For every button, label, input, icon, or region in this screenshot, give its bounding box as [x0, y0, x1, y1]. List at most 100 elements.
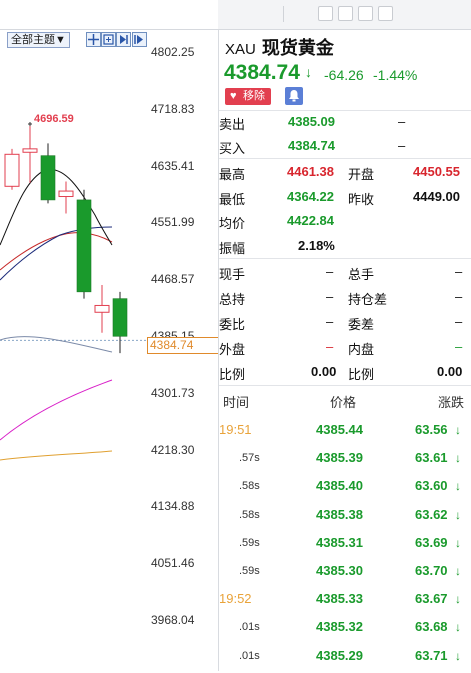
ratio-label-1: 比例: [219, 367, 246, 382]
top-tab-bar: [0, 0, 471, 30]
crosshair-icon[interactable]: [86, 32, 101, 47]
tick-price: 4385.39: [316, 450, 363, 466]
tab-separator: [283, 6, 284, 22]
prevclose-label: 昨收: [348, 192, 375, 207]
oi-diff-value: –: [455, 289, 463, 304]
tick-price: 4385.31: [316, 534, 363, 550]
window-tab-3[interactable]: [358, 6, 373, 21]
current-price-marker: 4384.74: [147, 337, 219, 354]
tick-time: .58s: [239, 508, 260, 521]
candle-body: [4, 153, 20, 187]
down-arrow-icon: ↓: [455, 535, 461, 550]
candle-body: [112, 298, 128, 337]
tick-change: 63.60: [415, 478, 448, 494]
sell-label: 卖出: [219, 117, 246, 132]
tick-row[interactable]: .59s 4385.31 63.69 ↓: [219, 532, 471, 560]
amplitude-label: 振幅: [219, 241, 246, 256]
play-icon[interactable]: [132, 32, 147, 47]
down-arrow-icon: ↓: [455, 620, 461, 635]
window-tab-1[interactable]: [318, 6, 333, 21]
divider: [219, 110, 471, 111]
sell-value: 4385.09: [288, 114, 335, 129]
avg-label: 均价: [219, 216, 246, 231]
tick-price: 4385.32: [316, 619, 363, 635]
remove-watchlist-button[interactable]: ♥ 移除: [225, 88, 271, 105]
tick-change: 63.62: [415, 506, 448, 522]
instrument-title: XAU 现货黄金: [225, 34, 334, 60]
avg-value: 4422.84: [287, 213, 334, 228]
down-arrow-icon: ↓: [455, 423, 461, 437]
alert-button[interactable]: [285, 87, 303, 105]
tick-change: 63.56: [415, 422, 448, 437]
oi-diff-label: 持仓差: [348, 292, 388, 307]
window-tab-4[interactable]: [378, 6, 393, 21]
instrument-name: 现货黄金: [261, 38, 334, 58]
low-value: 4364.22: [287, 189, 334, 204]
down-arrow-icon: ↓: [305, 64, 312, 80]
tick-price: 4385.38: [316, 506, 363, 522]
down-arrow-icon: ↓: [455, 479, 461, 494]
price-axis-label: 4551.99: [151, 215, 195, 230]
ratio-value-1: 0.00: [311, 364, 337, 379]
window-tab-2[interactable]: [338, 6, 353, 21]
tick-row[interactable]: .59s 4385.30 63.70 ↓: [219, 560, 471, 588]
inner-volume-label: 内盘: [348, 342, 375, 357]
tick-row[interactable]: 19:51 4385.44 63.56 ↓: [219, 419, 471, 447]
ratio-value-2: 0.00: [437, 364, 463, 379]
remove-label: 移除: [243, 90, 265, 102]
price-axis-label: 4051.46: [151, 556, 195, 571]
col-header-change: 涨跌: [438, 395, 465, 410]
price-axis-label: 4468.57: [151, 272, 195, 287]
divider: [219, 258, 471, 259]
tick-row[interactable]: .01s 4385.32 63.68 ↓: [219, 616, 471, 644]
outer-volume-value: –: [326, 339, 334, 354]
high-marker-label: 4696.59: [34, 113, 74, 125]
zoom-icon[interactable]: [101, 32, 116, 47]
buy-volume: –: [398, 138, 406, 153]
tick-row[interactable]: .01s 4385.29 63.71 ↓: [219, 645, 471, 673]
outer-volume-label: 外盘: [219, 342, 246, 357]
down-arrow-icon: ↓: [455, 592, 461, 607]
col-header-time: 时间: [223, 395, 250, 410]
tick-time: .57s: [239, 452, 260, 465]
tick-change: 63.70: [415, 563, 448, 578]
heart-icon: ♥: [230, 90, 237, 102]
open-value: 4450.55: [413, 164, 460, 179]
tick-row[interactable]: .58s 4385.40 63.60 ↓: [219, 475, 471, 503]
tick-time: .01s: [239, 649, 260, 662]
active-tab[interactable]: [0, 0, 218, 29]
tick-time: .58s: [239, 480, 260, 493]
tick-row[interactable]: .57s 4385.39 63.61 ↓: [219, 447, 471, 475]
down-arrow-icon: ↓: [455, 564, 461, 578]
tick-price: 4385.29: [316, 647, 363, 663]
step-forward-icon[interactable]: [116, 32, 131, 47]
tick-time: .59s: [239, 565, 260, 577]
candle-body: [40, 155, 56, 201]
tick-row[interactable]: .58s 4385.38 63.62 ↓: [219, 504, 471, 532]
prevclose-value: 4449.00: [413, 189, 460, 204]
col-header-price: 价格: [330, 395, 357, 410]
tick-price: 4385.40: [316, 478, 363, 494]
tick-price: 4385.44: [316, 422, 363, 437]
tick-row[interactable]: 19:52 4385.33 63.67 ↓: [219, 588, 471, 616]
divider: [219, 158, 471, 159]
tick-price: 4385.30: [316, 563, 363, 578]
buy-label: 买入: [219, 141, 246, 156]
theme-select-dropdown[interactable]: 全部主题▼: [7, 32, 70, 48]
down-arrow-icon: ↓: [455, 451, 461, 466]
low-label: 最低: [219, 192, 246, 207]
bell-icon: [289, 90, 299, 102]
divider: [219, 385, 471, 386]
tick-time: .59s: [239, 536, 260, 549]
buy-value: 4384.74: [288, 138, 335, 153]
price-axis-label: 4718.83: [151, 101, 195, 116]
tick-change: 63.67: [415, 591, 448, 607]
price-axis-label: 4802.25: [151, 45, 195, 59]
open-interest-label: 总持: [219, 292, 246, 307]
price-axis-label: 3968.04: [151, 613, 195, 627]
price-change-percent: -1.44%: [373, 67, 418, 83]
tick-time: 19:52: [219, 591, 252, 607]
bid-diff-value: –: [455, 314, 463, 329]
tick-change: 63.61: [415, 450, 448, 466]
down-arrow-icon: ↓: [455, 507, 461, 522]
